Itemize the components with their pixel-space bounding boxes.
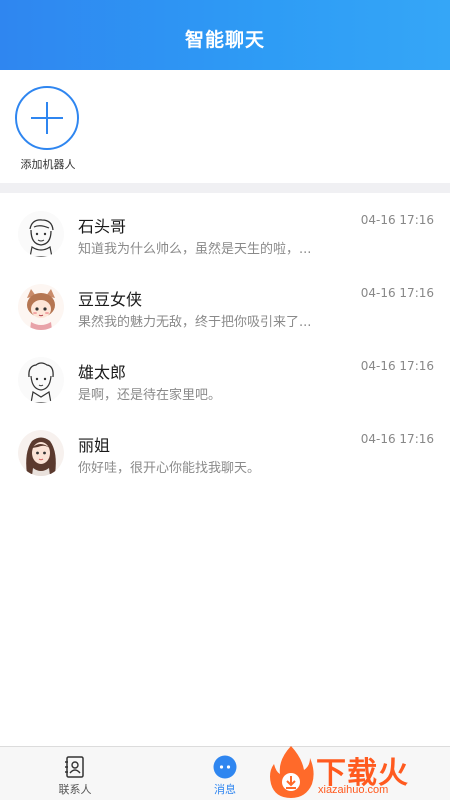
- add-robot-button[interactable]: [15, 86, 79, 150]
- tab-messages[interactable]: 消息: [175, 747, 275, 800]
- chat-time: 04-16 17:16: [360, 213, 434, 227]
- watermark: 下载火 xiazaihuo.com: [266, 742, 450, 800]
- chat-item-shitouge[interactable]: 石头哥 04-16 17:16 知道我为什么帅么，虽然是天生的啦，...: [0, 193, 450, 266]
- add-robot-section: 添加机器人: [0, 70, 450, 182]
- girl-cat-ears-avatar-icon: [18, 284, 64, 330]
- tab-contacts[interactable]: 联系人: [25, 747, 125, 800]
- chat-name: 丽姐: [78, 436, 111, 455]
- chat-list: 石头哥 04-16 17:16 知道我为什么帅么，虽然是天生的啦，... 豆豆女…: [0, 193, 450, 485]
- avatar-shitouge: [18, 211, 64, 257]
- chat-name: 豆豆女侠: [78, 290, 143, 309]
- contacts-card-icon: [65, 756, 84, 778]
- chat-time: 04-16 17:16: [360, 359, 434, 373]
- avatar-xiongtailang: [18, 357, 64, 403]
- girl-long-hair-avatar-icon: [18, 430, 64, 476]
- chat-time: 04-16 17:16: [360, 432, 434, 446]
- chat-preview: 知道我为什么帅么，虽然是天生的啦，...: [78, 242, 312, 257]
- chat-preview: 果然我的魅力无敌，终于把你吸引来了...: [78, 315, 312, 330]
- boy-sketch-avatar-icon: [18, 211, 64, 257]
- avatar-doudou: [18, 284, 64, 330]
- add-robot-label: 添加机器人: [20, 158, 76, 171]
- section-divider: [0, 183, 450, 193]
- chat-name: 石头哥: [78, 217, 127, 236]
- chat-preview: 是啊，还是待在家里吧。: [78, 388, 222, 403]
- page-title: 智能聊天: [184, 28, 265, 51]
- watermark-url: xiazaihuo.com: [318, 784, 389, 796]
- chat-name: 雄太郎: [78, 363, 127, 382]
- chat-item-xiongtailang[interactable]: 雄太郎 04-16 17:16 是啊，还是待在家里吧。: [0, 339, 450, 412]
- tab-contacts-label: 联系人: [58, 783, 92, 796]
- tab-messages-label: 消息: [214, 783, 236, 796]
- chat-item-doudou[interactable]: 豆豆女侠 04-16 17:16 果然我的魅力无敌，终于把你吸引来了...: [0, 266, 450, 339]
- flame-logo-icon: [270, 746, 314, 798]
- app-header: 智能聊天: [0, 0, 450, 70]
- avatar-lijie: [18, 430, 64, 476]
- boy-curly-hair-avatar-icon: [18, 357, 64, 403]
- chat-time: 04-16 17:16: [360, 286, 434, 300]
- message-bubble-icon: [213, 755, 237, 779]
- chat-preview: 你好哇，很开心你能找我聊天。: [78, 461, 261, 476]
- chat-item-lijie[interactable]: 丽姐 04-16 17:16 你好哇，很开心你能找我聊天。: [0, 412, 450, 485]
